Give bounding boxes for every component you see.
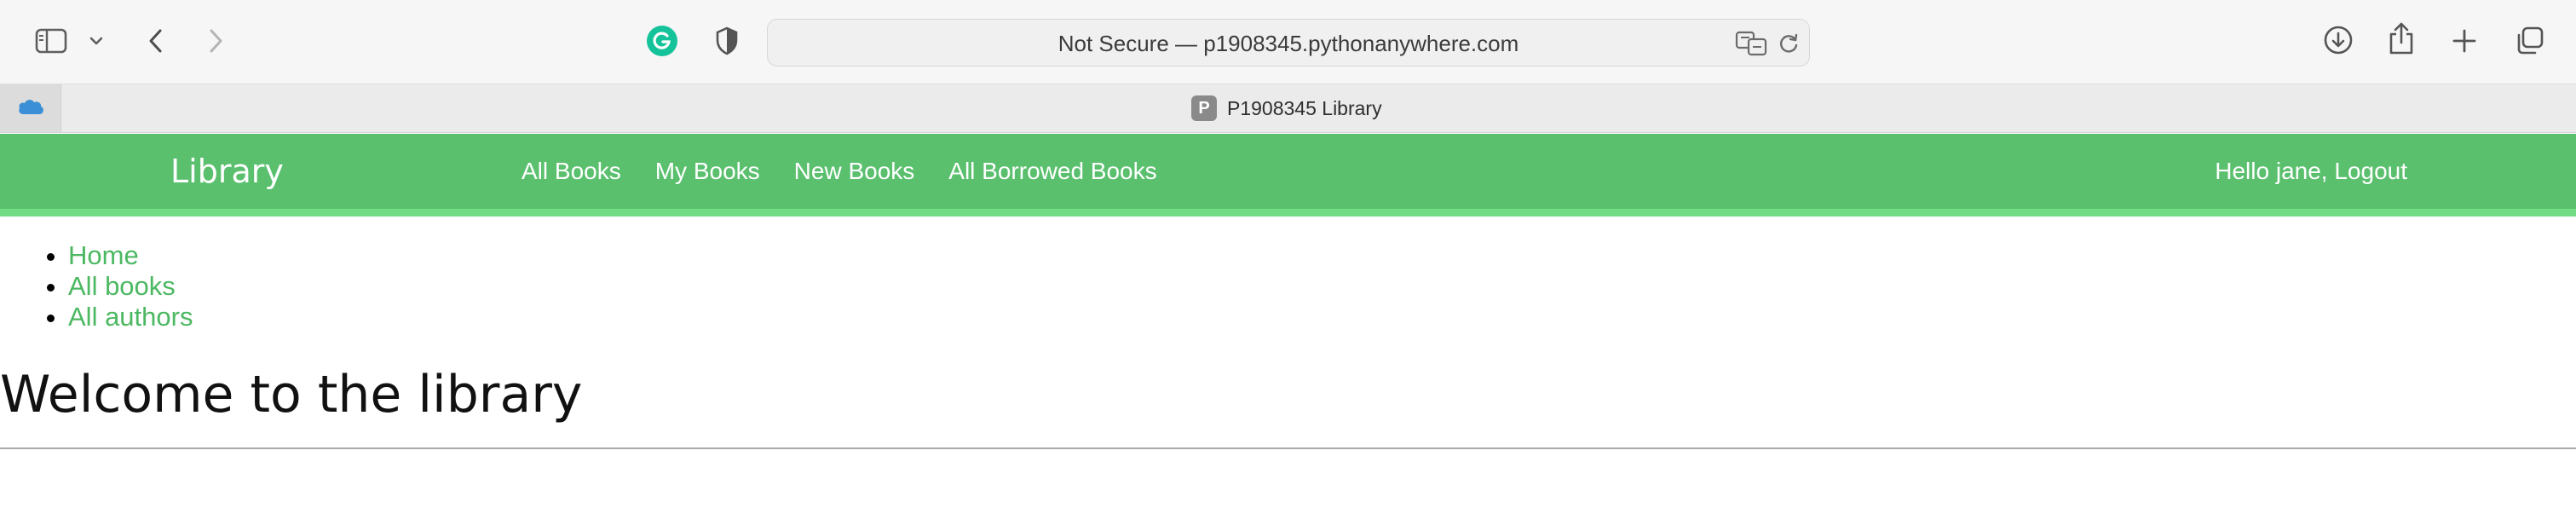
nav-link-all-borrowed-books[interactable]: All Borrowed Books bbox=[948, 158, 1156, 185]
list-item: All books bbox=[68, 271, 193, 302]
nav-link-new-books[interactable]: New Books bbox=[794, 158, 915, 185]
download-icon[interactable] bbox=[2321, 23, 2355, 57]
translate-icon[interactable] bbox=[1734, 30, 1768, 57]
navbar-accent-bar bbox=[0, 209, 2576, 216]
chevron-down-icon[interactable] bbox=[85, 29, 107, 53]
browser-toolbar: Not Secure — p1908345.pythonanywhere.com bbox=[0, 0, 2576, 84]
list-item: All authors bbox=[68, 302, 193, 332]
nav-link-my-books[interactable]: My Books bbox=[655, 158, 760, 185]
grammarly-icon[interactable] bbox=[645, 24, 679, 58]
sidebar-icon[interactable] bbox=[32, 24, 70, 58]
shield-icon[interactable] bbox=[712, 24, 741, 58]
user-logout-link[interactable]: Hello jane, Logout bbox=[2215, 134, 2407, 209]
reload-icon[interactable] bbox=[1775, 30, 1802, 57]
plus-icon[interactable] bbox=[2447, 24, 2481, 58]
nav-links: All Books My Books New Books All Borrowe… bbox=[522, 134, 1157, 209]
favicon-icon: P bbox=[1191, 95, 1217, 121]
brand-link[interactable]: Library bbox=[170, 134, 284, 209]
tabs-icon[interactable] bbox=[2512, 24, 2546, 58]
sidebar-link-all-books[interactable]: All books bbox=[68, 271, 176, 301]
address-bar[interactable]: Not Secure — p1908345.pythonanywhere.com bbox=[767, 19, 1810, 66]
share-icon[interactable] bbox=[2386, 19, 2417, 58]
cloud-icon bbox=[16, 96, 45, 121]
horizontal-rule bbox=[0, 447, 2576, 449]
list-item: Home bbox=[68, 240, 193, 271]
tab-title: P1908345 Library bbox=[1227, 96, 1382, 119]
sidebar-link-all-authors[interactable]: All authors bbox=[68, 302, 193, 332]
pinned-tab[interactable] bbox=[0, 84, 61, 132]
sidebar-link-home[interactable]: Home bbox=[68, 240, 139, 270]
navbar: Library All Books My Books New Books All… bbox=[0, 134, 2576, 209]
tab-active[interactable]: P P1908345 Library bbox=[1191, 84, 1382, 132]
url-text: Not Secure — p1908345.pythonanywhere.com bbox=[1057, 30, 1519, 56]
tab-bar: P P1908345 Library bbox=[0, 84, 2576, 133]
chevron-left-icon[interactable] bbox=[141, 24, 170, 58]
sidebar-nav: Home All books All authors bbox=[68, 240, 193, 332]
page-title: Welcome to the library bbox=[0, 365, 583, 424]
nav-link-all-books[interactable]: All Books bbox=[522, 158, 621, 185]
chevron-right-icon[interactable] bbox=[201, 24, 230, 58]
